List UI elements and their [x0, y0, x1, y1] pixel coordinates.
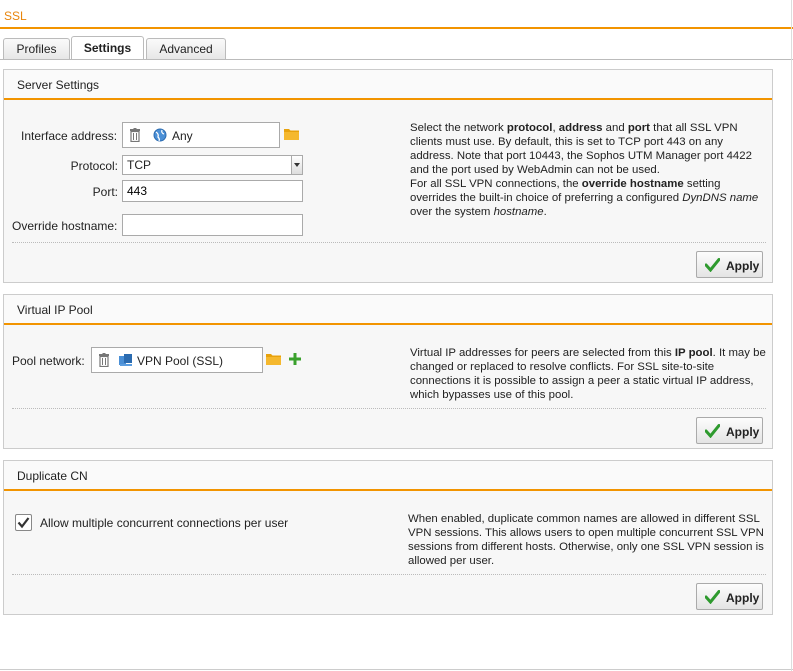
right-border	[791, 0, 792, 671]
protocol-select[interactable]: TCP	[122, 155, 303, 175]
apply-label: Apply	[726, 425, 760, 439]
pool-network-label: Pool network:	[12, 354, 85, 368]
allow-multiple-connections-label: Allow multiple concurrent connections pe…	[40, 516, 289, 530]
panel-title: Server Settings	[17, 78, 100, 92]
interface-address-label: Interface address:	[21, 129, 118, 143]
interface-address-field[interactable]: Any	[122, 122, 280, 148]
virtual-ip-pool-help: Virtual IP addresses for peers are selec…	[410, 347, 766, 401]
plus-icon[interactable]	[289, 353, 301, 365]
checkmark-icon	[17, 517, 30, 529]
globe-icon	[153, 128, 167, 142]
panel-header: Duplicate CN	[4, 461, 772, 491]
port-input[interactable]	[122, 180, 303, 202]
check-icon	[705, 424, 720, 438]
tab-bar: Profiles Settings Advanced	[0, 36, 793, 60]
tab-settings[interactable]: Settings	[71, 36, 144, 60]
protocol-label: Protocol:	[70, 159, 118, 173]
apply-button[interactable]: Apply	[696, 583, 763, 610]
chevron-down-icon[interactable]	[291, 156, 302, 174]
apply-button[interactable]: Apply	[696, 251, 763, 278]
apply-label: Apply	[726, 591, 760, 605]
panel-header: Server Settings	[4, 70, 772, 100]
pool-network-value: VPN Pool (SSL)	[137, 354, 224, 368]
port-label: Port:	[92, 185, 118, 199]
trash-icon[interactable]	[99, 353, 109, 367]
duplicate-cn-panel: Duplicate CN Allow multiple concurrent c…	[3, 460, 773, 615]
trash-icon[interactable]	[130, 128, 140, 142]
tab-profiles[interactable]: Profiles	[3, 38, 70, 60]
protocol-value: TCP	[127, 158, 151, 172]
panel-title: Duplicate CN	[17, 469, 88, 483]
server-settings-panel: Server Settings Interface address: Any P…	[3, 69, 773, 283]
duplicate-cn-help: When enabled, duplicate common names are…	[408, 513, 764, 567]
override-hostname-label: Override hostname:	[12, 219, 118, 233]
apply-label: Apply	[726, 259, 760, 273]
apply-button[interactable]: Apply	[696, 417, 763, 444]
panel-title: Virtual IP Pool	[17, 303, 93, 317]
check-icon	[705, 590, 720, 604]
network-icon	[119, 354, 132, 366]
tab-advanced[interactable]: Advanced	[146, 38, 226, 60]
separator	[12, 408, 766, 409]
override-hostname-input[interactable]	[122, 214, 303, 236]
interface-address-value: Any	[172, 129, 193, 143]
separator	[12, 242, 766, 243]
allow-multiple-connections-checkbox[interactable]	[15, 514, 32, 531]
check-icon	[705, 258, 720, 272]
tabs-divider	[0, 59, 793, 60]
server-settings-help: Select the network protocol, address and…	[410, 122, 759, 218]
panel-header: Virtual IP Pool	[4, 295, 772, 325]
page-title-bar: SSL	[0, 0, 793, 29]
page-title: SSL	[4, 9, 27, 23]
virtual-ip-pool-panel: Virtual IP Pool Pool network: VPN Pool (…	[3, 294, 773, 449]
pool-network-field[interactable]: VPN Pool (SSL)	[91, 347, 263, 373]
bottom-border	[0, 669, 793, 670]
folder-icon[interactable]	[284, 128, 299, 140]
folder-icon[interactable]	[266, 353, 281, 365]
separator	[12, 574, 766, 575]
